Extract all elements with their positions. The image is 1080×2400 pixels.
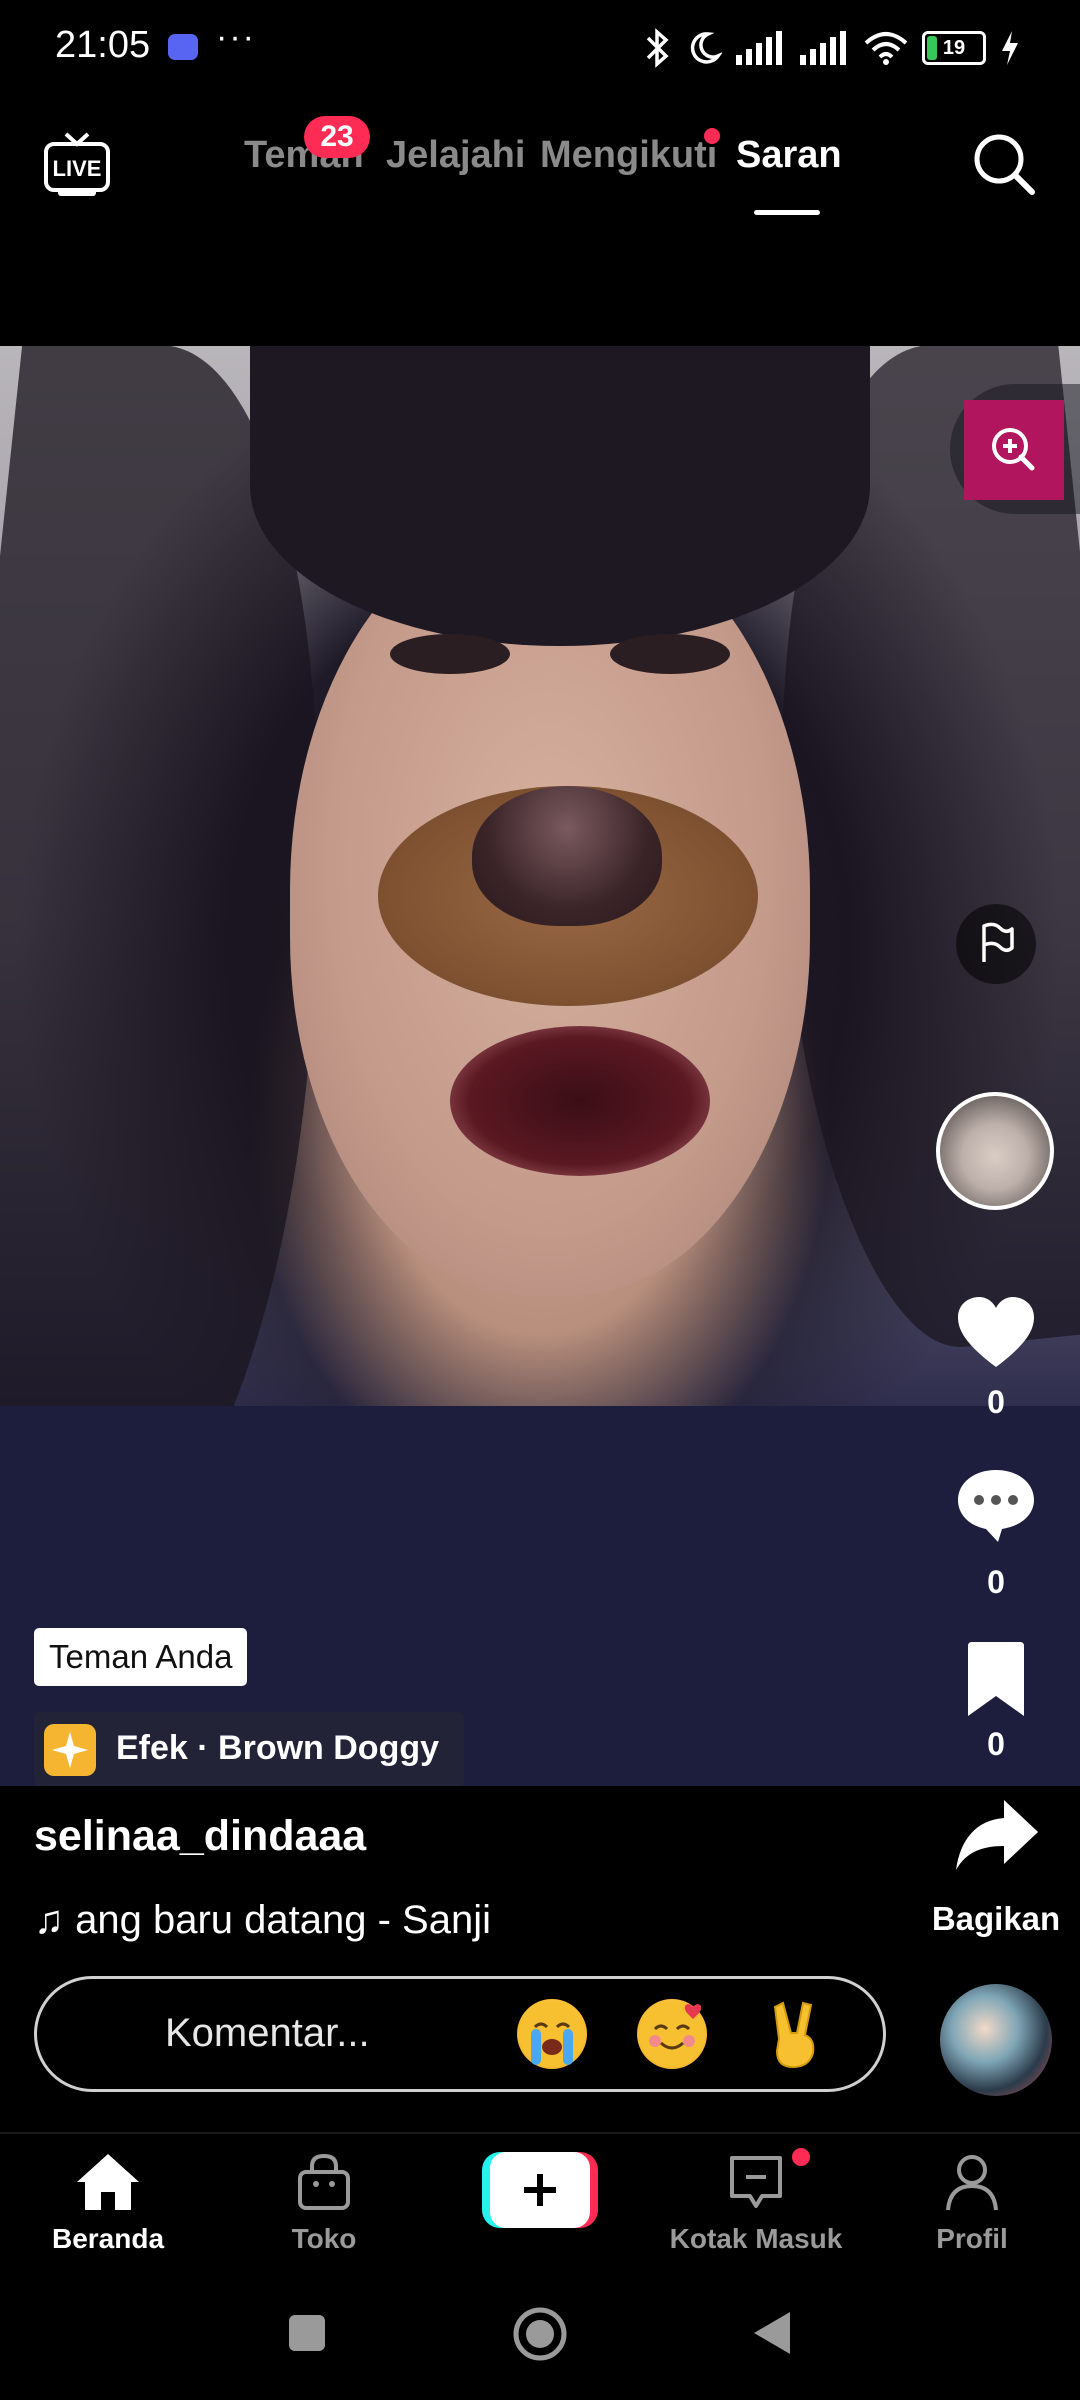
moon-icon [690, 32, 722, 64]
music-note-icon: ♫ [34, 1898, 64, 1942]
discord-icon [168, 34, 198, 60]
nav-shop-label: Toko [291, 2223, 357, 2254]
inbox-unread-dot [792, 2148, 810, 2166]
nav-home[interactable]: Beranda [18, 2152, 198, 2255]
battery-level: 19 [942, 37, 966, 59]
zoom-button[interactable] [964, 400, 1064, 500]
nav-home-label: Beranda [51, 2223, 165, 2254]
active-tab-indicator [754, 210, 820, 215]
signal-icon [736, 31, 782, 65]
recent-apps-button[interactable] [288, 2314, 326, 2352]
share-arrow-icon [956, 1800, 1038, 1870]
bookmark-icon [968, 1642, 1024, 1716]
music-disc[interactable] [940, 1984, 1052, 2096]
inbox-icon [730, 2156, 782, 2208]
top-navigation: LIVE Teman 23 Jelajahi Mengikuti Saran [0, 96, 1080, 346]
emoji-peace-button[interactable] [765, 1999, 825, 2069]
search-icon [974, 134, 1035, 195]
status-bar: 21:05 ··· 19 [0, 0, 1080, 96]
emoji-smiling-hearts-button[interactable] [637, 1999, 707, 2069]
effect-sparkle-icon [44, 1724, 96, 1776]
tab-saran[interactable]: Saran [736, 134, 842, 177]
flag-icon [982, 922, 1014, 962]
comment-icon [958, 1470, 1034, 1542]
signal-icon [800, 31, 846, 65]
charging-icon [1002, 31, 1018, 65]
music-info[interactable]: ♫ ang baru datang - Sanji [34, 1898, 491, 1943]
effect-chip[interactable]: Efek · Brown Doggy [34, 1712, 464, 1786]
system-navigation-bar [0, 2266, 1080, 2400]
share-label: Bagikan [931, 1900, 1061, 1937]
more-notifications-icon: ··· [216, 18, 256, 56]
creator-avatar[interactable] [936, 1092, 1054, 1210]
video-player[interactable]: 0 0 0 Teman Anda Efek · Brown Doggy [0, 346, 1080, 1786]
video-frame-detail [390, 634, 510, 674]
comment-input[interactable]: Komentar... [34, 1976, 886, 2092]
dog-filter-nose [472, 786, 662, 926]
comment-placeholder: Komentar... [165, 2011, 370, 2055]
tab-mengikuti[interactable]: Mengikuti [540, 134, 717, 177]
bluetooth-icon [646, 28, 669, 68]
like-count: 0 [987, 1384, 1005, 1420]
nav-inbox[interactable]: Kotak Masuk [666, 2152, 846, 2255]
home-button[interactable] [512, 2306, 568, 2362]
report-button[interactable] [956, 904, 1036, 984]
status-time: 21:05 [55, 24, 151, 66]
zoom-in-icon [992, 428, 1035, 471]
nav-shop[interactable]: Toko [234, 2152, 414, 2255]
video-frame-detail [610, 634, 730, 674]
shopping-bag-icon [298, 2153, 350, 2210]
share-button[interactable] [952, 1796, 1042, 1876]
bottom-navigation: Beranda Toko Kotak Masuk Profil [0, 2132, 1080, 2268]
back-button[interactable] [752, 2310, 792, 2356]
favorite-button[interactable] [966, 1640, 1026, 1720]
comment-count: 0 [987, 1564, 1005, 1600]
profile-icon [946, 2155, 998, 2211]
nav-profile[interactable]: Profil [882, 2152, 1062, 2255]
search-button[interactable] [970, 130, 1038, 198]
create-post-button[interactable] [482, 2152, 598, 2228]
nav-profile-label: Profil [936, 2223, 1008, 2254]
music-title: ang baru datang - Sanji [75, 1898, 491, 1942]
heart-icon [958, 1297, 1034, 1367]
like-button[interactable] [954, 1291, 1038, 1375]
nav-inbox-label: Kotak Masuk [669, 2223, 843, 2254]
home-icon [77, 2154, 139, 2210]
live-button[interactable]: LIVE [42, 130, 112, 200]
new-content-dot [704, 128, 720, 144]
notification-count-badge: 23 [304, 116, 370, 158]
comment-button[interactable] [954, 1466, 1038, 1546]
live-label: LIVE [52, 156, 102, 181]
status-icons: 19 [642, 26, 1020, 70]
wifi-icon [864, 32, 908, 65]
effect-label: Efek · Brown Doggy [116, 1729, 440, 1767]
favorite-count: 0 [987, 1726, 1005, 1762]
tab-jelajahi[interactable]: Jelajahi [386, 134, 525, 177]
video-frame-detail [250, 346, 870, 646]
friend-tag: Teman Anda [34, 1628, 248, 1686]
video-frame-detail [450, 1026, 710, 1176]
battery-icon: 19 [922, 31, 986, 65]
plus-icon [482, 2152, 598, 2228]
emoji-crying-button[interactable] [517, 1999, 587, 2069]
creator-username[interactable]: selinaa_dindaaa [34, 1812, 366, 1861]
